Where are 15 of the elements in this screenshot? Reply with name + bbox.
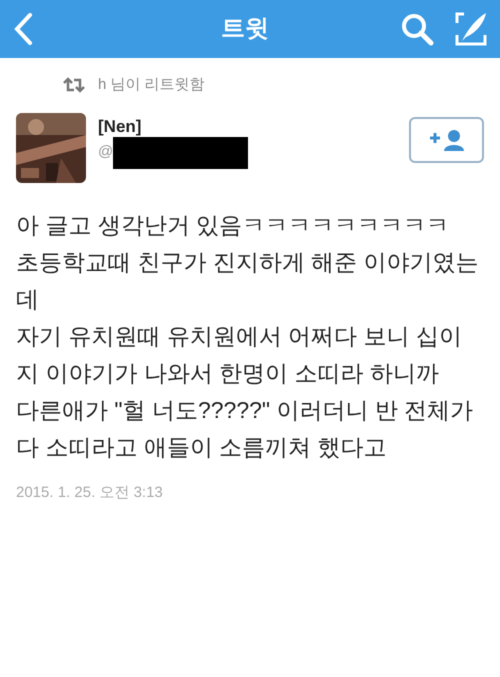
add-user-icon	[428, 128, 466, 152]
retweet-label: h 님이 리트윗함	[98, 75, 205, 95]
screen-title: 트윗	[221, 14, 269, 44]
compose-icon[interactable]	[454, 11, 488, 47]
tweet-text: 초등학교때 친구가 진지하게 해준 이야기였는데	[16, 248, 480, 314]
timestamp: 2015. 1. 25. 오전 3:13	[15, 482, 164, 502]
search-icon[interactable]	[400, 12, 434, 46]
follow-button[interactable]	[409, 116, 484, 162]
author-name[interactable]: [Nen]	[98, 116, 248, 136]
retweet-icon	[62, 77, 86, 94]
author-handle: @	[98, 142, 114, 162]
tweet-text: 다른애가 "헐 너도?????" 이러더니 반 전체가 다 소띠라고 애들이 소름끼쳐 했다고	[16, 396, 474, 462]
tweet-text: 아 글고 생각난거 있음ㅋㅋㅋㅋㅋㅋㅋㅋㅋ	[16, 210, 450, 240]
tweet-text: 자기 유치원때 유치원에서 어쩌다 보니 십이지 이야기가 나와서 한명이 소띠라 하니까	[16, 322, 463, 388]
back-icon[interactable]	[12, 12, 34, 46]
